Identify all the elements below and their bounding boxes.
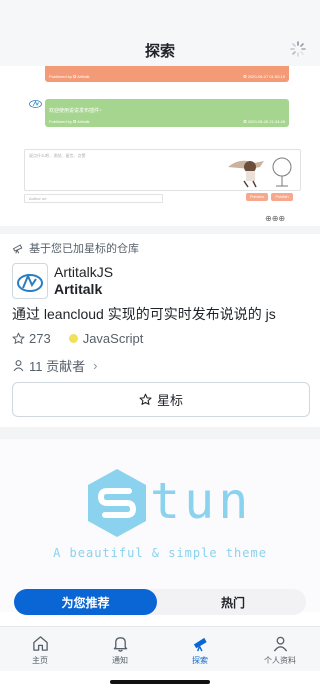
chevron-right-icon: › xyxy=(93,358,98,373)
preview-bubble-meta: Published by ✪ Artitalk xyxy=(49,119,90,124)
anime-illustration-icon xyxy=(228,157,292,188)
repo-name[interactable]: Artitalk xyxy=(54,281,102,297)
preview-input-box: 说点什么吧... 发帖、留言、点赞 xyxy=(24,149,301,191)
repo-language: JavaScript xyxy=(82,331,144,346)
artitalk-logo-icon xyxy=(17,273,43,292)
feed-segmented-control: 为您推荐 热门 xyxy=(14,589,306,615)
loading-spinner-icon xyxy=(290,41,306,57)
preview-bubble-time: ✪ 2020-06-26 21:34:48 xyxy=(243,119,285,124)
section-divider xyxy=(0,427,320,439)
nav-header: 探索 xyxy=(0,0,320,67)
tabbar-item-notifications[interactable]: 通知 xyxy=(80,627,160,671)
repo-preview-image-2[interactable]: tun A beautiful & simple theme xyxy=(0,439,320,612)
telescope-icon xyxy=(12,244,23,254)
recommendation-reason: 基于您已加星标的仓库 xyxy=(12,240,139,256)
preview-bubble-meta: Published by ✪ Artitalk xyxy=(49,74,90,79)
hero-subtitle: A beautiful & simple theme xyxy=(53,546,267,560)
person-icon xyxy=(273,636,287,652)
page-title: 探索 xyxy=(144,43,175,60)
tabbar-label: 个人资料 xyxy=(264,656,296,665)
repo-preview-image[interactable]: Published by ✪ Artitalk ✪ 2020-06-27 01:… xyxy=(0,66,320,226)
preview-bubble-message: 欢迎使用说说发布插件~ xyxy=(49,108,102,114)
tab-for-you[interactable]: 为您推荐 xyxy=(14,589,157,615)
tabbar-label: 主页 xyxy=(32,656,48,665)
tabbar-item-home[interactable]: 主页 xyxy=(0,627,80,671)
repo-stats: 273 JavaScript xyxy=(12,331,143,346)
star-button[interactable]: 星标 xyxy=(12,382,310,417)
recommendation-reason-label: 基于您已加星标的仓库 xyxy=(29,243,140,255)
tabbar-label: 探索 xyxy=(192,656,208,665)
preview-bubble-green: 欢迎使用说说发布插件~ Published by ✪ Artitalk ✪ 20… xyxy=(45,99,289,127)
bell-icon xyxy=(113,637,127,652)
star-count: 273 xyxy=(29,331,51,346)
tabbar-label: 通知 xyxy=(112,656,128,665)
artitalk-mini-logo-icon xyxy=(29,100,42,108)
preview-bubble-orange: Published by ✪ Artitalk ✪ 2020-06-27 01:… xyxy=(45,66,289,82)
star-outline-icon xyxy=(139,393,152,405)
language-color-dot xyxy=(68,334,78,343)
tabbar-item-profile[interactable]: 个人资料 xyxy=(240,627,320,671)
repo-description: 通过 leancloud 实现的可实时发布说说的 js xyxy=(12,306,276,322)
preview-input-hint: 说点什么吧... 发帖、留言、点赞 xyxy=(29,153,86,158)
tabbar-item-explore[interactable]: 探索 xyxy=(160,627,240,671)
tab-trending[interactable]: 热门 xyxy=(160,589,306,615)
preview-publish-button: Publish xyxy=(271,193,293,201)
star-outline-icon xyxy=(12,332,25,344)
repo-avatar[interactable] xyxy=(12,263,48,299)
repo-owner[interactable]: ArtitalkJS xyxy=(54,264,113,280)
contributors-link[interactable]: 11 贡献者 › xyxy=(12,356,97,375)
home-indicator xyxy=(110,680,210,684)
home-icon xyxy=(32,636,48,651)
preview-bubble-time: ✪ 2020-06-27 01:50:19 xyxy=(243,74,285,79)
hero-wordmark: tun xyxy=(150,472,253,530)
bottom-tab-bar: 主页 通知 探索 个人资料 xyxy=(0,626,320,671)
preview-preview-button: Preview xyxy=(246,193,268,201)
preview-nick-box: Author url xyxy=(24,194,163,203)
contributors-label: 11 贡献者 xyxy=(29,359,86,374)
telescope-icon xyxy=(193,637,207,652)
person-icon xyxy=(13,360,24,372)
preview-nick-hint: Author url xyxy=(29,196,47,201)
stun-hexagon-logo-icon xyxy=(88,469,146,537)
preview-emoji-icons: ⊕⊕⊕ xyxy=(265,214,286,223)
section-divider xyxy=(0,226,320,234)
star-button-label: 星标 xyxy=(156,393,183,408)
